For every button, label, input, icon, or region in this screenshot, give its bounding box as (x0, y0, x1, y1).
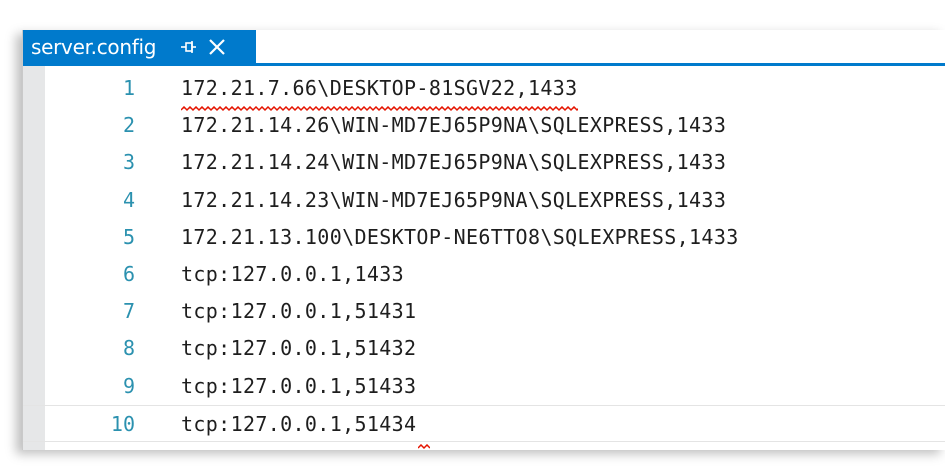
code-line[interactable]: 7 tcp:127.0.0.1,51431 (23, 293, 945, 330)
line-text[interactable]: tcp:127.0.0.1,1433 (181, 256, 404, 293)
document-tab-strip: server.config (23, 30, 945, 66)
editor-window: server.config 1 172.21.7.66\DESKTOP-81SG… (22, 30, 945, 450)
line-number: 6 (122, 261, 135, 286)
line-number: 2 (122, 113, 135, 138)
pin-icon[interactable] (178, 37, 198, 57)
line-number: 7 (122, 299, 135, 324)
line-text[interactable]: 172.21.14.23\WIN-MD7EJ65P9NA\SQLEXPRESS,… (181, 182, 726, 219)
line-text[interactable]: tcp:127.0.0.1,51431 (181, 293, 416, 330)
line-number: 3 (122, 150, 135, 175)
line-text[interactable]: tcp:127.0.0.1,51434 (181, 406, 416, 443)
code-line[interactable]: 2 172.21.14.26\WIN-MD7EJ65P9NA\SQLEXPRESS… (23, 107, 945, 144)
line-text[interactable]: tcp:127.0.0.1,51433 (181, 368, 416, 405)
code-line[interactable]: 8 tcp:127.0.0.1,51432 (23, 330, 945, 367)
code-line[interactable]: 3 172.21.14.24\WIN-MD7EJ65P9NA\SQLEXPRESS… (23, 144, 945, 181)
code-lines: 1 172.21.7.66\DESKTOP-81SGV22,1433 2 172.21… (23, 70, 945, 449)
end-of-line-error-marker (417, 437, 431, 455)
line-text[interactable]: tcp:127.0.0.1,51432 (181, 330, 416, 367)
line-number: 8 (122, 336, 135, 361)
code-line[interactable]: 5 172.21.13.100\DESKTOP-NE6TTO8\SQLEXPRES… (23, 219, 945, 256)
line-number: 10 (110, 411, 135, 436)
text-editor[interactable]: 1 172.21.7.66\DESKTOP-81SGV22,1433 2 172.21… (23, 66, 945, 450)
line-text[interactable]: 172.21.14.26\WIN-MD7EJ65P9NA\SQLEXPRESS,… (181, 107, 726, 144)
close-icon[interactable] (206, 36, 228, 58)
line-number: 4 (122, 187, 135, 212)
line-text[interactable]: 172.21.13.100\DESKTOP-NE6TTO8\SQLEXPRESS… (181, 219, 739, 256)
code-line[interactable]: 9 tcp:127.0.0.1,51433 (23, 368, 945, 405)
tab-server-config[interactable]: server.config (23, 30, 256, 63)
tab-title: server.config (31, 34, 157, 59)
screenshot-frame: server.config 1 172.21.7.66\DESKTOP-81SG… (0, 0, 945, 468)
code-line[interactable]: 6 tcp:127.0.0.1,1433 (23, 256, 945, 293)
line-number: 9 (122, 373, 135, 398)
line-number: 5 (122, 224, 135, 249)
line-number: 1 (122, 76, 135, 100)
code-line[interactable]: 10 tcp:127.0.0.1,51434 (23, 404, 945, 449)
code-line[interactable]: 4 172.21.14.23\WIN-MD7EJ65P9NA\SQLEXPRESS… (23, 182, 945, 219)
code-line[interactable]: 1 172.21.7.66\DESKTOP-81SGV22,1433 (23, 70, 945, 112)
line-text[interactable]: 172.21.14.24\WIN-MD7EJ65P9NA\SQLEXPRESS,… (181, 144, 726, 181)
